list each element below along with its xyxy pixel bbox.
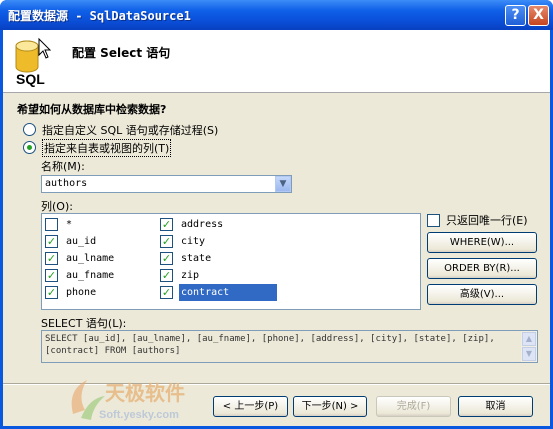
column-item[interactable]: ✓ au_fname xyxy=(45,268,116,282)
dialog-body: SQL 配置 Select 语句 希望如何从数据库中检索数据? 指定自定义 SQ… xyxy=(3,30,550,426)
sql-scrollbar[interactable]: ▲ ▼ xyxy=(521,331,537,362)
retrieve-question: 希望如何从数据库中检索数据? xyxy=(17,103,167,116)
column-item[interactable]: ✓ au_id xyxy=(45,234,98,248)
column-item[interactable]: * xyxy=(45,217,74,231)
column-checkbox[interactable]: ✓ xyxy=(160,234,173,248)
column-item[interactable]: ✓ contract xyxy=(160,283,277,301)
close-button[interactable]: X xyxy=(528,5,549,26)
cancel-button[interactable]: 取消 xyxy=(458,396,533,417)
column-name: * xyxy=(66,218,73,230)
watermark-logo: 天极软件 Soft.yesky.com xyxy=(71,380,185,421)
column-name: city xyxy=(181,235,206,247)
column-item[interactable]: ✓ address xyxy=(160,217,225,231)
wizard-header: SQL 配置 Select 语句 xyxy=(3,30,550,93)
column-name: state xyxy=(181,252,212,264)
column-name: au_lname xyxy=(66,252,115,264)
database-icon: SQL xyxy=(15,37,52,87)
sql-icon-label: SQL xyxy=(16,71,45,87)
order-by-button[interactable]: ORDER BY(R)... xyxy=(427,258,537,279)
scroll-up-icon[interactable]: ▲ xyxy=(522,332,536,346)
column-checkbox[interactable]: ✓ xyxy=(45,234,58,248)
select-statement-label: SELECT 语句(L): xyxy=(41,317,127,330)
columns-label: 列(O): xyxy=(41,200,73,213)
column-checkbox[interactable]: ✓ xyxy=(45,285,58,299)
chevron-down-icon[interactable]: ▼ xyxy=(275,176,291,192)
column-checkbox[interactable]: ✓ xyxy=(45,268,58,282)
name-label: 名称(M): xyxy=(41,160,85,173)
column-name-selected: contract xyxy=(179,283,277,301)
column-item[interactable]: ✓ zip xyxy=(160,268,201,282)
finish-button[interactable]: 完成(F) xyxy=(376,396,451,417)
back-button[interactable]: < 上一步(P) xyxy=(213,396,288,417)
advanced-button[interactable]: 高级(V)... xyxy=(427,284,537,305)
custom-sql-radio[interactable] xyxy=(23,123,36,136)
select-statement-box[interactable]: SELECT [au_id], [au_lname], [au_fname], … xyxy=(41,330,538,363)
column-name: au_id xyxy=(66,235,97,247)
custom-sql-option[interactable]: 指定自定义 SQL 语句或存储过程(S) xyxy=(23,122,218,137)
unique-rows-option[interactable]: 只返回唯一行(E) xyxy=(427,213,528,227)
column-item[interactable]: ✓ state xyxy=(160,251,213,265)
page-title: 配置 Select 语句 xyxy=(72,46,171,60)
watermark-text: 天极软件 xyxy=(105,381,185,405)
window-title: 配置数据源 - SqlDataSource1 xyxy=(8,9,191,23)
column-name: zip xyxy=(181,269,200,281)
column-checkbox[interactable]: ✓ xyxy=(160,268,173,282)
dialog-window: 配置数据源 - SqlDataSource1 ? X SQL 配置 Select… xyxy=(0,0,553,429)
unique-rows-checkbox[interactable] xyxy=(427,213,440,227)
column-item[interactable]: ✓ phone xyxy=(45,285,98,299)
column-checkbox[interactable]: ✓ xyxy=(45,251,58,265)
select-statement-text: SELECT [au_id], [au_lname], [au_fname], … xyxy=(45,334,495,356)
column-checkbox[interactable] xyxy=(45,217,58,231)
column-checkbox[interactable]: ✓ xyxy=(160,217,173,231)
table-view-label: 指定来自表或视图的列(T) xyxy=(42,138,172,157)
column-item[interactable]: ✓ au_lname xyxy=(45,251,116,265)
unique-rows-label: 只返回唯一行(E) xyxy=(446,214,528,227)
column-item[interactable]: ✓ city xyxy=(160,234,207,248)
title-bar[interactable]: 配置数据源 - SqlDataSource1 ? X xyxy=(0,0,553,30)
column-name: phone xyxy=(66,286,97,298)
column-checkbox[interactable]: ✓ xyxy=(160,285,173,299)
columns-list[interactable]: * ✓ au_id ✓ au_lname ✓ au_fname ✓ phone … xyxy=(41,213,421,310)
column-checkbox[interactable]: ✓ xyxy=(160,251,173,265)
next-button[interactable]: 下一步(N) > xyxy=(293,396,367,417)
watermark-url: Soft.yesky.com xyxy=(99,409,179,421)
column-name: au_fname xyxy=(66,269,115,281)
table-view-option[interactable]: 指定来自表或视图的列(T) xyxy=(23,138,172,157)
custom-sql-label: 指定自定义 SQL 语句或存储过程(S) xyxy=(42,123,219,137)
help-button[interactable]: ? xyxy=(505,5,526,26)
column-name: address xyxy=(181,218,224,230)
table-select[interactable]: authors ▼ xyxy=(41,175,292,193)
scroll-down-icon[interactable]: ▼ xyxy=(522,347,536,361)
table-view-radio[interactable] xyxy=(23,141,36,154)
table-select-value: authors xyxy=(45,178,88,189)
where-button[interactable]: WHERE(W)... xyxy=(427,232,537,253)
